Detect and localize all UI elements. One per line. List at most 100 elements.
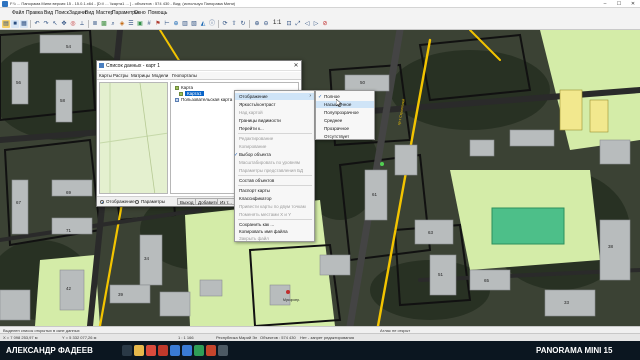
ruler-icon[interactable]: ⊢ [163, 20, 171, 28]
menu-item-classifier[interactable]: Классификатор [235, 195, 314, 202]
report-icon[interactable]: ▧ [190, 20, 198, 28]
menu-window[interactable]: Окно [134, 10, 146, 16]
tree-item-map1[interactable]: Карта1 [179, 91, 204, 96]
menu-view[interactable]: Вид [44, 10, 53, 16]
menu-item-copying[interactable]: Копирование [235, 143, 314, 150]
menu-item-editing[interactable]: Редактирование [235, 135, 314, 142]
menu-item-db-view-params[interactable]: Параметры представления БД [235, 167, 314, 174]
pointer-icon[interactable]: ↖ [51, 20, 59, 28]
tab-models[interactable]: Модели [152, 73, 168, 78]
north-icon[interactable]: ⇧ [230, 20, 238, 28]
gps-icon[interactable]: ⊕ [172, 20, 180, 28]
stop-icon[interactable]: ⊘ [321, 20, 329, 28]
menu-view-2[interactable]: Вид [85, 10, 94, 16]
map-label: 67 [16, 200, 22, 205]
menu-wizard[interactable]: Мастер [96, 10, 113, 16]
submenu-item-medium[interactable]: Среднее [316, 117, 374, 124]
menu-item-swap-xy[interactable]: Поменять местами X и Y [235, 211, 314, 218]
menu-item-georeference[interactable]: Привести карты по двум точкам [235, 203, 314, 210]
info-icon[interactable]: ⓘ [208, 20, 216, 28]
atlas-icon[interactable]: ▣ [136, 20, 144, 28]
submenu-item-none[interactable]: Отсутствует [316, 133, 374, 140]
tab-rasters[interactable]: Растры [113, 73, 128, 78]
measure-icon[interactable]: ⟂ [78, 20, 86, 28]
menu-help[interactable]: Помощь [148, 10, 167, 16]
menu-search[interactable]: Поиск [55, 10, 69, 16]
print-icon[interactable]: ▦ [20, 20, 28, 28]
refresh-icon[interactable]: ↻ [239, 20, 247, 28]
dialog-close-button[interactable]: ✕ [291, 61, 301, 71]
map-label: 58 [60, 98, 66, 103]
submenu-item-translucent[interactable]: Полупрозрачное [316, 109, 374, 116]
checkmark-icon: ✓ [318, 94, 323, 100]
map-list-icon[interactable]: ▩ [100, 20, 108, 28]
menu-item-go-to[interactable]: Перейти к... [235, 125, 314, 132]
zoom-value[interactable]: 1 : 1 166 [178, 335, 194, 340]
display-radio[interactable] [100, 200, 104, 204]
app-icon-gray[interactable] [218, 345, 228, 356]
zoom-window-icon[interactable]: ⊡ [285, 20, 293, 28]
layers-icon[interactable]: ≣ [91, 20, 99, 28]
menu-item-scale-by-levels[interactable]: Масштабировать по уровням [235, 159, 314, 166]
params-radio[interactable] [135, 200, 139, 204]
redo-icon[interactable]: ↷ [42, 20, 50, 28]
menu-item-close-file[interactable]: Закрыть файл [235, 235, 314, 242]
map-label: 54 [66, 44, 72, 49]
tree-item-user-map[interactable]: Пользовательская карта [175, 97, 232, 102]
menu-item-select-object[interactable]: ✓ Выбор объекта [234, 151, 314, 158]
submenu-item-full[interactable]: ✓ Полное [316, 93, 374, 100]
scale-one-to-one[interactable]: 1:1 [273, 20, 281, 26]
zoom-in-icon[interactable]: ⊕ [253, 20, 261, 28]
menu-item-above-map[interactable]: Над картой [235, 109, 314, 116]
menu-item-display[interactable]: Отображение › [235, 93, 314, 100]
menu-item-visibility-bounds[interactable]: Границы видимости [235, 117, 314, 124]
undo-icon[interactable]: ↶ [33, 20, 41, 28]
menu-item-object-composition[interactable]: Состав объектов [235, 177, 314, 184]
menu-edit[interactable]: Правка [26, 10, 43, 16]
menu-separator [238, 133, 312, 134]
zoom-all-icon[interactable]: ⤢ [294, 20, 302, 28]
app-icon-blue-2[interactable] [182, 345, 192, 356]
3d-view-icon[interactable]: ◭ [199, 20, 207, 28]
pan-icon[interactable]: ✥ [60, 20, 68, 28]
yandex-browser-icon[interactable] [146, 345, 156, 356]
search-map-icon[interactable]: ⌕ [109, 20, 117, 28]
menu-item-map-passport[interactable]: Паспорт карты [235, 187, 314, 194]
panorama-taskbar-icon[interactable] [194, 345, 204, 356]
zoom-out-icon[interactable]: ⊖ [262, 20, 270, 28]
properties-icon[interactable]: ☰ [127, 20, 135, 28]
recording-icon[interactable] [206, 345, 216, 356]
menu-item-copy-filename[interactable]: Копировать имя файла [235, 228, 314, 235]
close-window-button[interactable]: ✕ [626, 0, 640, 8]
app-icon-blue[interactable] [170, 345, 180, 356]
dialog-title-bar[interactable]: Список данных - карт 1 ✕ [97, 61, 301, 71]
submenu-item-saturated[interactable]: Насыщенное [316, 101, 374, 108]
file-explorer-icon[interactable] [134, 345, 144, 356]
submenu-item-transparent[interactable]: Прозрачное [316, 125, 374, 132]
grid-icon[interactable]: # [145, 20, 153, 28]
map-label: 65 [484, 278, 490, 283]
tab-matrices[interactable]: Матрицы [131, 73, 150, 78]
next-view-icon[interactable]: ▷ [312, 20, 320, 28]
exit-button[interactable]: Выход [177, 198, 197, 205]
table-icon[interactable]: ▥ [181, 20, 189, 28]
menu-item-brightness[interactable]: Яркость/контраст [235, 101, 314, 108]
minimize-button[interactable]: – [598, 0, 612, 8]
tab-geoportals[interactable]: Геопорталы [172, 73, 197, 78]
menu-item-save-as[interactable]: Сохранить как ... [235, 221, 314, 228]
save-icon[interactable]: ■ [11, 20, 19, 28]
legend-icon[interactable]: ◈ [118, 20, 126, 28]
tree-root[interactable]: Карта [175, 85, 193, 90]
app-icon-red[interactable] [158, 345, 168, 356]
maximize-button[interactable]: ☐ [612, 0, 626, 8]
from-button[interactable]: Из т... [217, 198, 235, 205]
rotate-icon[interactable]: ⟳ [221, 20, 229, 28]
marker-icon[interactable]: ⚑ [154, 20, 162, 28]
menu-tasks[interactable]: Задачи [69, 10, 86, 16]
select-object-icon[interactable]: ◎ [69, 20, 77, 28]
previous-view-icon[interactable]: ◁ [303, 20, 311, 28]
tab-maps[interactable]: Карты [99, 73, 112, 78]
menu-file[interactable]: Файл [12, 10, 24, 16]
start-icon[interactable] [122, 345, 132, 356]
open-file-icon[interactable]: ▤ [2, 20, 10, 28]
